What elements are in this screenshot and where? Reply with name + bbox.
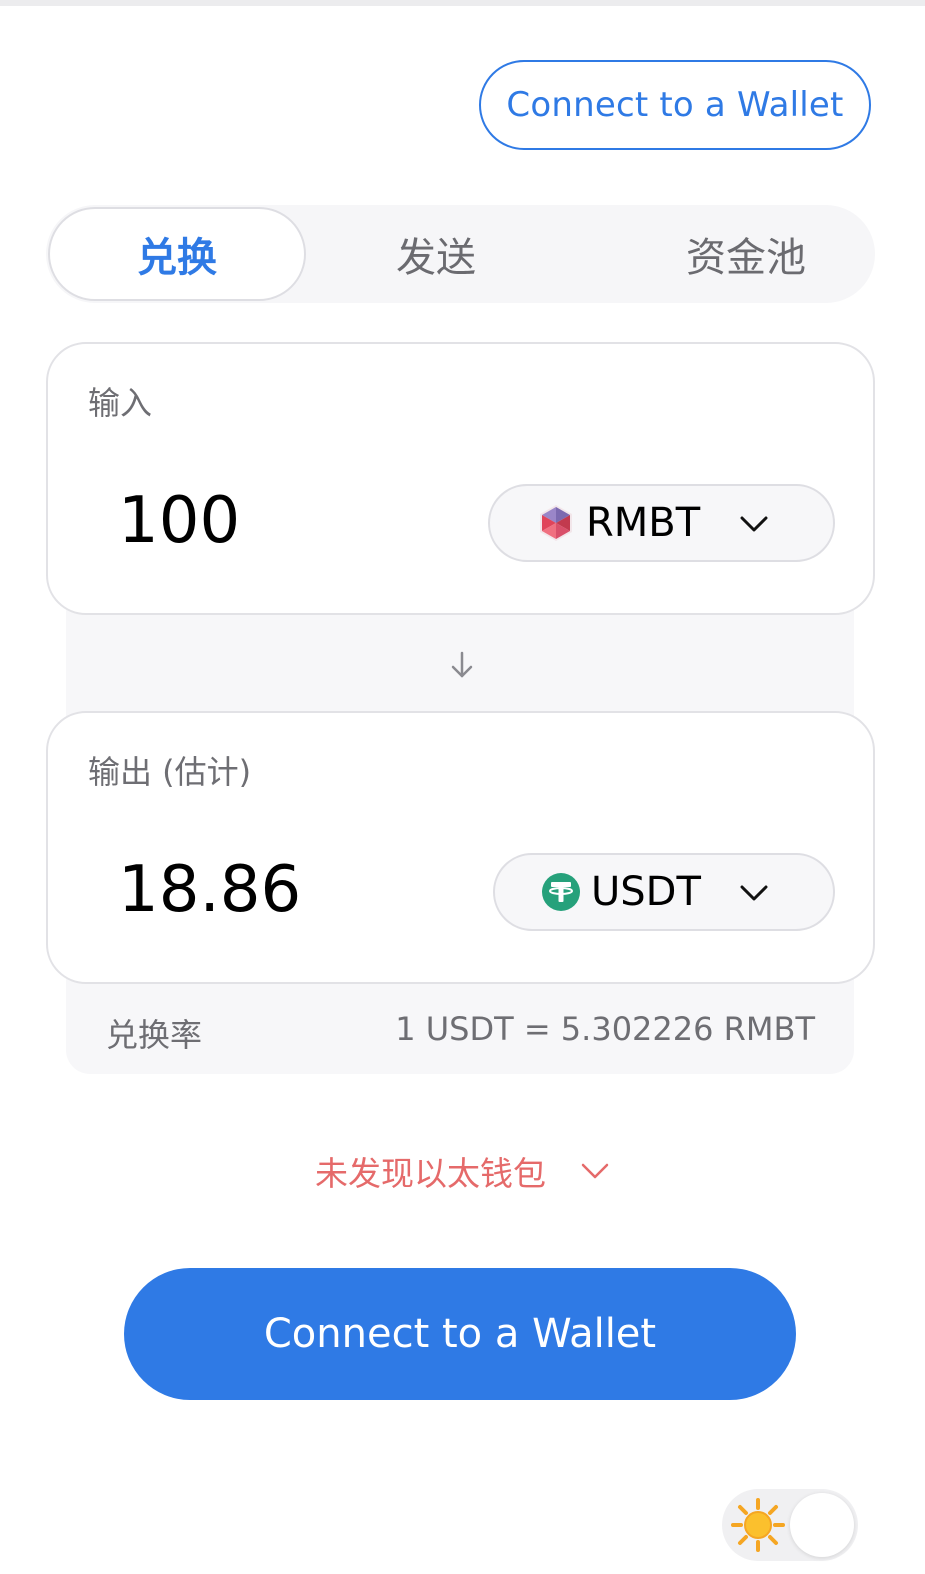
input-token-symbol: RMBT <box>586 500 701 546</box>
arrow-down-icon[interactable] <box>450 650 474 680</box>
exchange-rate-value: 1 USDT = 5.302226 RMBT <box>395 1010 815 1048</box>
toggle-knob[interactable] <box>790 1493 854 1557</box>
chevron-down-icon <box>740 885 768 901</box>
output-token-symbol: USDT <box>591 869 701 915</box>
header-connect-wallet-button[interactable]: Connect to a Wallet <box>479 60 871 150</box>
usdt-token-icon <box>542 873 580 911</box>
no-wallet-warning[interactable]: 未发现以太钱包 <box>0 1147 925 1195</box>
input-token-select[interactable]: RMBT <box>488 484 835 562</box>
output-card: 输出 (估计) 18.86 USDT <box>46 711 875 984</box>
tab-send[interactable]: 发送 <box>346 205 526 303</box>
sun-icon <box>731 1498 785 1552</box>
no-wallet-text: 未发现以太钱包 <box>315 1154 546 1193</box>
input-amount-field[interactable]: 100 <box>118 484 240 558</box>
output-label: 输出 (估计) <box>88 753 252 791</box>
connect-wallet-button[interactable]: Connect to a Wallet <box>124 1268 796 1400</box>
rmbt-token-icon <box>540 505 572 541</box>
chevron-down-icon <box>740 516 768 532</box>
tab-pool[interactable]: 资金池 <box>626 205 866 303</box>
theme-toggle[interactable] <box>722 1489 858 1561</box>
input-card: 输入 100 RMBT <box>46 342 875 615</box>
chevron-down-icon <box>581 1163 609 1179</box>
output-token-select[interactable]: USDT <box>493 853 835 931</box>
top-strip <box>0 0 925 6</box>
tab-swap[interactable]: 兑换 <box>48 207 306 301</box>
tab-bar: 兑换 发送 资金池 <box>46 205 875 303</box>
output-amount-field[interactable]: 18.86 <box>118 853 301 927</box>
input-label: 输入 <box>88 384 153 422</box>
exchange-rate-label: 兑换率 <box>106 1016 203 1054</box>
